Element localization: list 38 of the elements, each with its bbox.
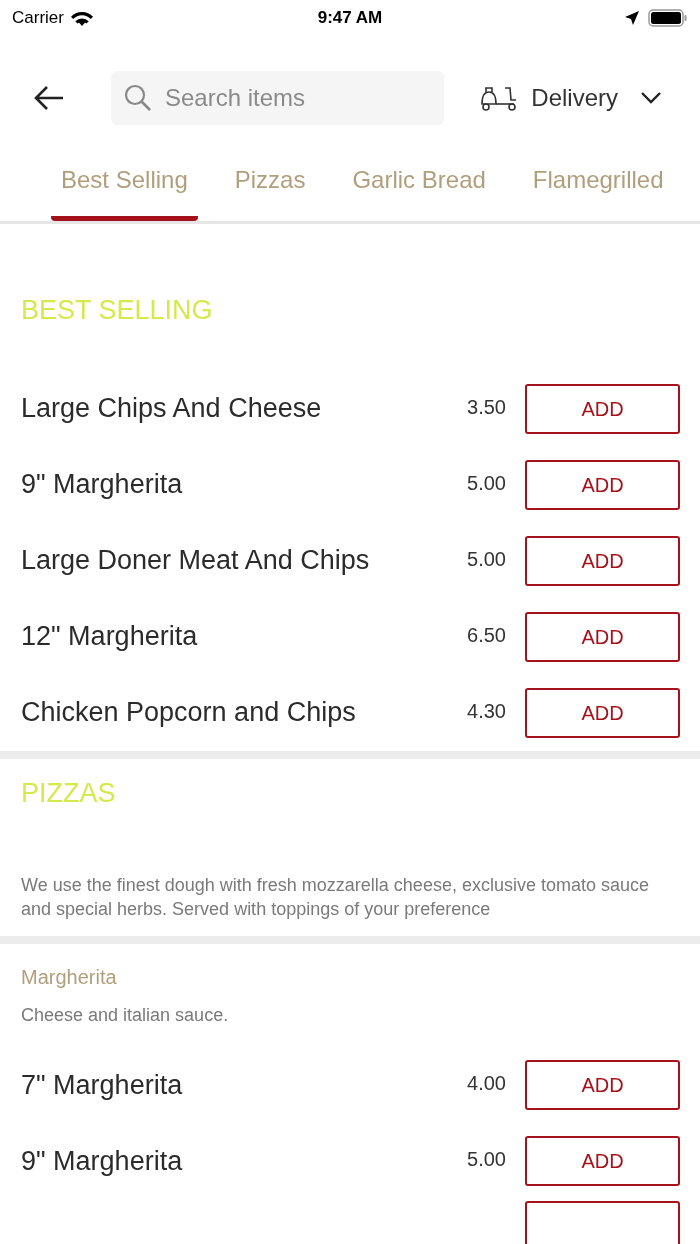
search-icon [124,84,152,112]
back-button[interactable] [33,84,65,112]
section-description: We use the finest dough with fresh mozzarella cheese, exclusive tomato sauce and special herbs. Served with toppings of your preference [20,874,650,921]
group-title: Margherita [21,966,117,988]
item-price: 5.00 [467,546,506,572]
search-field[interactable]: Search items [111,71,444,125]
location-icon [624,10,640,26]
add-button[interactable]: ADD [525,535,680,586]
item-name: 9" Margherita [21,1144,184,1178]
item-name: Large Doner Meat And Chips [21,544,371,578]
add-button[interactable] [525,1201,680,1244]
add-button[interactable]: ADD [525,383,680,434]
section-title: PIZZAS [21,777,116,808]
item-name: 12" Margherita [21,620,199,654]
carrier-label: Carrier [12,7,64,30]
item-name: Chicken Popcorn and Chips [21,696,357,730]
item-price: 4.00 [467,1071,506,1096]
add-button[interactable]: ADD [525,1060,680,1110]
item-name: 7" Margherita [21,1068,184,1102]
section-title: BEST SELLING [21,295,213,325]
add-button[interactable]: ADD [525,687,680,738]
delivery-mode-selector[interactable]: Delivery [479,80,662,116]
item-price: 6.50 [467,622,506,648]
item-price: 3.50 [467,394,506,420]
clock: 9:47 AM [317,7,383,30]
chevron-down-icon [640,91,662,105]
group-description: Cheese and italian sauce. [21,1005,229,1025]
add-button[interactable]: ADD [525,459,680,510]
add-button[interactable]: ADD [525,611,680,662]
battery-icon [648,8,688,28]
item-price: 4.30 [467,698,506,724]
item-name: 9" Margherita [21,468,184,502]
wifi-icon [69,9,94,27]
item-name: Large Chips And Cheese [21,392,323,426]
add-button[interactable]: ADD [525,1136,680,1186]
item-price: 5.00 [467,470,506,496]
item-price: 5.00 [467,1147,506,1172]
back-arrow-icon [33,84,65,112]
